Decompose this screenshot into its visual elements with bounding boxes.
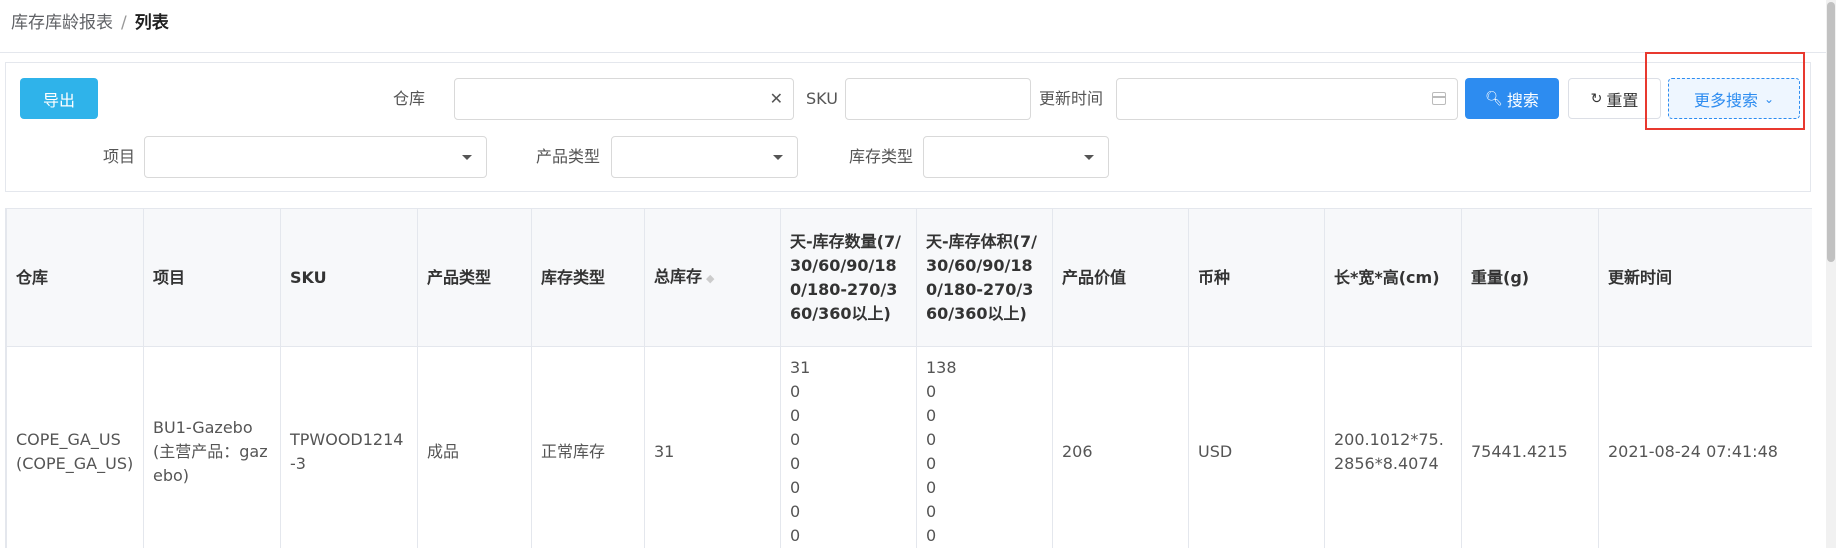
header-divider bbox=[0, 52, 1826, 53]
cell-product-type: 成品 bbox=[417, 346, 532, 548]
update-time-picker[interactable] bbox=[1116, 78, 1458, 120]
caret-down-icon bbox=[1084, 155, 1094, 160]
product-type-select[interactable] bbox=[611, 136, 798, 178]
cell-qty-by-days: 31 0 0 0 0 0 0 0 bbox=[780, 346, 917, 548]
column-header-stock-type: 库存类型 bbox=[531, 208, 645, 347]
scrollbar-thumb[interactable] bbox=[1827, 2, 1835, 262]
vol-day-value: 0 bbox=[926, 430, 937, 449]
column-header-qty-by-days: 天-库存数量(7/30/60/90/180/180-270/360/360以上) bbox=[780, 208, 917, 347]
cell-total-stock: 31 bbox=[644, 346, 781, 548]
vol-day-value: 0 bbox=[926, 478, 937, 497]
column-header-weight: 重量(g) bbox=[1461, 208, 1599, 347]
breadcrumb-parent[interactable]: 库存库龄报表 bbox=[11, 13, 113, 33]
cell-weight: 75441.4215 bbox=[1461, 346, 1599, 548]
cell-updated-at: 2021-08-24 07:41:48 bbox=[1598, 346, 1812, 548]
cell-vol-by-days: 138 0 0 0 0 0 0 0 bbox=[916, 346, 1053, 548]
export-button[interactable]: 导出 bbox=[20, 78, 98, 119]
stock-type-select[interactable] bbox=[923, 136, 1109, 178]
column-header-dimensions: 长*宽*高(cm) bbox=[1324, 208, 1462, 347]
vertical-scrollbar[interactable] bbox=[1826, 0, 1836, 548]
search-icon: 🔍︎ bbox=[1485, 90, 1503, 107]
cell-currency: USD bbox=[1188, 346, 1325, 548]
update-time-input-field[interactable] bbox=[1117, 79, 1457, 119]
warehouse-input[interactable]: ✕ bbox=[454, 78, 794, 120]
sort-icon[interactable]: ◆ bbox=[706, 272, 714, 285]
project-select-field[interactable] bbox=[145, 137, 486, 177]
column-header-product-value: 产品价值 bbox=[1052, 208, 1189, 347]
qty-day-value: 0 bbox=[790, 478, 801, 497]
project-label: 项目 bbox=[103, 147, 136, 166]
caret-down-icon bbox=[773, 155, 783, 160]
column-header-vol-by-days: 天-库存体积(7/30/60/90/180/180-270/360/360以上) bbox=[916, 208, 1053, 347]
more-search-button[interactable]: 更多搜索 ⌄ bbox=[1668, 78, 1800, 119]
qty-day-value: 0 bbox=[790, 526, 801, 545]
qty-day-value: 0 bbox=[790, 430, 801, 449]
qty-day-value: 0 bbox=[790, 454, 801, 473]
project-select[interactable] bbox=[144, 136, 487, 178]
warehouse-label: 仓库 bbox=[393, 89, 426, 108]
sku-label: SKU bbox=[806, 89, 838, 108]
qty-day-value: 0 bbox=[790, 382, 801, 401]
calendar-icon bbox=[1432, 92, 1446, 105]
vol-day-value: 0 bbox=[926, 526, 937, 545]
column-header-project: 项目 bbox=[143, 208, 281, 347]
vol-day-value: 0 bbox=[926, 502, 937, 521]
update-time-label: 更新时间 bbox=[1039, 89, 1104, 108]
reset-button[interactable]: ↻ 重置 bbox=[1568, 78, 1661, 119]
stock-type-select-field[interactable] bbox=[924, 137, 1108, 177]
column-header-warehouse: 仓库 bbox=[6, 208, 144, 347]
qty-day-value: 31 bbox=[790, 358, 811, 377]
column-header-product-type: 产品类型 bbox=[417, 208, 532, 347]
close-icon[interactable]: ✕ bbox=[770, 79, 783, 119]
chevron-down-icon: ⌄ bbox=[1763, 91, 1775, 106]
cell-sku: TPWOOD1214-3 bbox=[280, 346, 418, 548]
cell-warehouse: COPE_GA_US(COPE_GA_US) bbox=[6, 346, 144, 548]
breadcrumb: 库存库龄报表 / 列表 bbox=[11, 10, 169, 36]
vol-day-value: 0 bbox=[926, 382, 937, 401]
vol-day-value: 0 bbox=[926, 454, 937, 473]
column-header-sku: SKU bbox=[280, 208, 418, 347]
sku-input-field[interactable] bbox=[846, 79, 1030, 119]
stock-type-label: 库存类型 bbox=[849, 147, 914, 166]
cell-stock-type: 正常库存 bbox=[531, 346, 645, 548]
search-button[interactable]: 🔍︎ 搜索 bbox=[1465, 78, 1559, 119]
table-row: COPE_GA_US(COPE_GA_US) BU1-Gazebo(主营产品：g… bbox=[6, 346, 1812, 548]
cell-product-value: 206 bbox=[1052, 346, 1189, 548]
refresh-icon: ↻ bbox=[1590, 90, 1603, 107]
breadcrumb-separator: / bbox=[121, 13, 127, 33]
cell-project: BU1-Gazebo(主营产品：gazebo) bbox=[143, 346, 281, 548]
warehouse-input-field[interactable] bbox=[455, 79, 793, 119]
breadcrumb-current: 列表 bbox=[134, 13, 169, 33]
sku-input[interactable] bbox=[845, 78, 1031, 120]
table-header-row: 仓库 项目 SKU 产品类型 库存类型 总库存 ◆ 天-库存数量(7/30/60/… bbox=[6, 208, 1812, 347]
column-header-total-stock[interactable]: 总库存 ◆ bbox=[644, 208, 781, 347]
caret-down-icon bbox=[462, 155, 472, 160]
qty-day-value: 0 bbox=[790, 502, 801, 521]
data-table: 仓库 项目 SKU 产品类型 库存类型 总库存 ◆ 天-库存数量(7/30/60/… bbox=[5, 208, 1812, 548]
filter-panel: 导出 仓库 ✕ SKU 更新时间 🔍︎ 搜索 ↻ 重置 更多搜索 ⌄ 项目 产品类型 … bbox=[5, 62, 1811, 192]
cell-dimensions: 200.1012*75.2856*8.4074 bbox=[1324, 346, 1462, 548]
vol-day-value: 0 bbox=[926, 406, 937, 425]
vol-day-value: 138 bbox=[926, 358, 957, 377]
column-header-currency: 币种 bbox=[1188, 208, 1325, 347]
product-type-select-field[interactable] bbox=[612, 137, 797, 177]
qty-day-value: 0 bbox=[790, 406, 801, 425]
column-header-updated-at: 更新时间 bbox=[1598, 208, 1812, 347]
product-type-label: 产品类型 bbox=[536, 147, 601, 166]
